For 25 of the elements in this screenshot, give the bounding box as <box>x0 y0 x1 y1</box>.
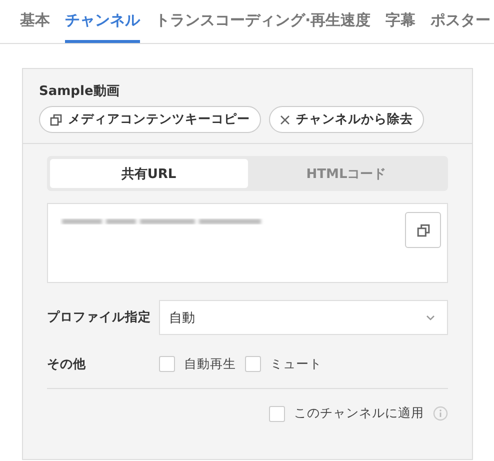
checkbox[interactable] <box>245 356 261 372</box>
chevron-down-icon <box>426 314 435 320</box>
copy-icon <box>416 224 430 236</box>
close-icon <box>280 114 290 124</box>
tab[interactable]: トランスコーディング·再生速度 <box>155 0 371 43</box>
checkbox-label: ミュート <box>270 356 322 372</box>
info-icon[interactable] <box>433 406 448 421</box>
segment-tab[interactable]: HTMLコード <box>248 159 445 188</box>
tab[interactable]: 基本 <box>20 0 50 43</box>
copy-button[interactable] <box>405 212 441 248</box>
remove-button[interactable]: チャンネルから除去 <box>269 106 424 133</box>
segment-tab[interactable]: 共有URL <box>50 159 248 188</box>
checkbox[interactable] <box>269 406 285 422</box>
copy-icon <box>50 114 62 126</box>
profile-select[interactable]: 自動 <box>159 300 448 335</box>
checkbox-label: このチャンネルに適用 <box>294 405 424 422</box>
tab[interactable]: ポスター <box>430 0 491 43</box>
video-title: Sample動画 <box>39 83 120 100</box>
checkbox-label: 自動再生 <box>184 356 236 372</box>
copy-key-button[interactable]: メディアコンテンツキーコピー <box>39 106 261 133</box>
other-label: その他 <box>47 356 87 372</box>
tab[interactable]: 字幕 <box>386 0 416 43</box>
checkbox[interactable] <box>159 356 175 372</box>
tab[interactable]: チャンネル <box>65 0 140 43</box>
profile-label: プロファイル指定 <box>47 309 152 326</box>
